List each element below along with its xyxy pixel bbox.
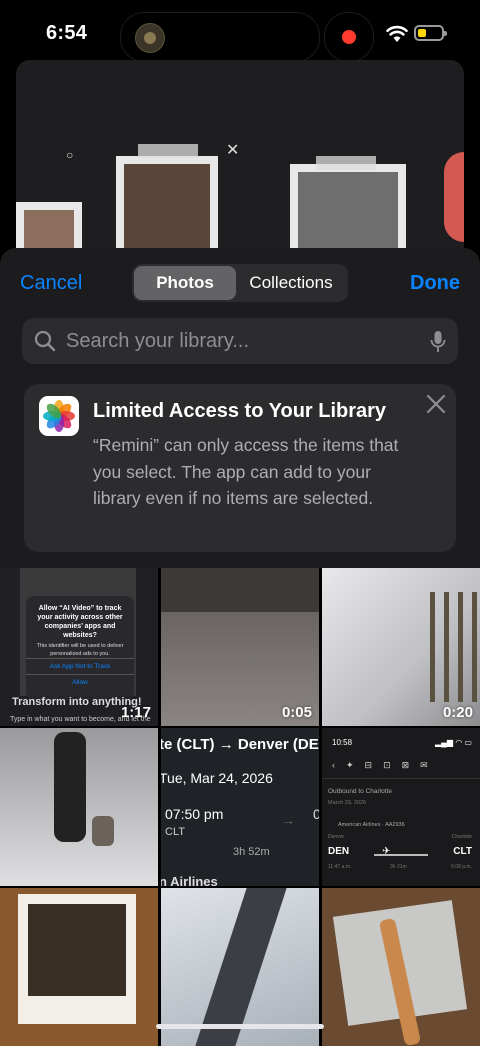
flight-time: 07:50 pm — [165, 806, 224, 822]
flight-date: Tue, Mar 24, 2026 — [161, 770, 273, 786]
flight-airline: n Airlines — [161, 874, 218, 886]
video-duration: 0:20 — [442, 704, 473, 721]
wifi-icon — [386, 25, 408, 42]
screenshot-thumbnail[interactable]: 10:58 ▂▄▆ ◠ ▭ ‹✦⊟⊡⊠✉ Outbound to Charlot… — [322, 728, 480, 886]
source-segmented-control: Photos Collections — [132, 264, 348, 302]
photo-grid: Allow “AI Video” to track your activity … — [0, 568, 480, 1046]
photo-thumbnail[interactable] — [322, 888, 480, 1046]
screenshot-arr-time: 5:08 p.m. — [451, 864, 472, 870]
flight-origin-code: CLT — [165, 826, 185, 838]
dog-image — [92, 816, 114, 846]
tracking-prompt-deny: Ask App Not to Track — [26, 658, 134, 674]
screenshot-origin: DEN — [328, 846, 350, 857]
home-indicator[interactable] — [156, 1024, 324, 1029]
screen-recording-indicator[interactable] — [324, 12, 374, 62]
video-duration: 1:17 — [120, 704, 151, 721]
flight-route: te (CLT) → Denver (DE — [161, 736, 319, 753]
screenshot-dep-time: 11:47 a.m. — [328, 864, 352, 870]
screenshot-origin-city: Denver — [328, 834, 345, 840]
tape-decoration — [138, 144, 198, 158]
sparkle-decoration: ✕ — [226, 142, 240, 159]
tracking-prompt-title: Allow “AI Video” to track your activity … — [37, 605, 123, 639]
instant-photo-image — [18, 894, 136, 1024]
photo-thumbnail[interactable] — [0, 728, 158, 886]
search-icon — [34, 330, 56, 352]
flight-duration: 3h 52m — [233, 846, 270, 858]
screenshot-airline: American Airlines · AA2936 — [338, 822, 405, 828]
circle-decoration: ○ — [66, 148, 74, 162]
collage-photo — [116, 156, 218, 256]
video-duration: 0:05 — [281, 704, 312, 721]
video-thumbnail[interactable]: 0:20 — [322, 568, 480, 726]
banner-body: “Remini” can only access the items that … — [93, 435, 399, 508]
now-playing-thumbnail[interactable] — [135, 23, 165, 53]
photo-thumbnail[interactable] — [0, 888, 158, 1046]
railing-image — [430, 592, 480, 702]
arrow-right-icon: → — [281, 812, 295, 828]
search-input[interactable]: Search your library... — [22, 318, 458, 364]
dynamic-island[interactable] — [120, 12, 320, 62]
status-bar: 6:54 — [0, 0, 480, 62]
screenshot-destination-city: Charlotte — [451, 834, 472, 840]
cancel-button[interactable]: Cancel — [20, 272, 82, 295]
photos-app-icon — [39, 396, 79, 436]
tracking-prompt: Allow “AI Video” to track your activity … — [26, 596, 134, 700]
screenshot-date: March 29, 2026 — [328, 800, 367, 806]
video-thumbnail[interactable]: Allow “AI Video” to track your activity … — [0, 568, 158, 726]
divider — [322, 778, 480, 779]
plane-icon — [374, 846, 428, 857]
segment-photos[interactable]: Photos — [134, 266, 236, 300]
red-shape-decoration — [444, 152, 464, 242]
microphone-icon[interactable] — [430, 330, 446, 354]
battery-icon — [414, 25, 447, 41]
trees-image — [161, 568, 319, 612]
portrait-photo — [124, 164, 210, 256]
person-in-snow-image — [54, 732, 86, 842]
tracking-prompt-body: This identifier will be used to deliver … — [36, 643, 124, 657]
flight-arrival-time: 0 — [313, 806, 319, 822]
search-placeholder: Search your library... — [66, 330, 250, 352]
tape-decoration — [316, 156, 376, 170]
video-thumbnail[interactable]: 0:05 — [161, 568, 319, 726]
screenshot-flight-length: 3h 21m — [390, 864, 407, 870]
collage-photo — [290, 164, 406, 260]
close-icon[interactable] — [426, 394, 446, 414]
limited-access-banner: Limited Access to Your Library “Remini” … — [24, 384, 456, 552]
done-button[interactable]: Done — [410, 272, 460, 295]
segment-collections[interactable]: Collections — [236, 266, 346, 300]
banner-title: Limited Access to Your Library — [93, 400, 387, 422]
status-time: 6:54 — [46, 22, 88, 44]
tracking-prompt-allow: Allow — [26, 674, 134, 690]
signal-icon: ▂▄▆ ◠ ▭ — [435, 738, 472, 747]
screenshot-destination: CLT — [453, 846, 472, 857]
photo-picker-sheet: Cancel Photos Collections Done Search yo… — [0, 248, 480, 568]
tree-image — [195, 888, 287, 1046]
screenshot-outbound: Outbound to Charlotte — [328, 788, 392, 795]
photo-thumbnail[interactable] — [161, 888, 319, 1046]
couple-photo — [298, 172, 398, 260]
record-dot-icon — [342, 30, 356, 44]
battery-level — [418, 29, 426, 37]
screenshot-toolbar-icons: ‹✦⊟⊡⊠✉ — [332, 760, 439, 770]
photos-flower-icon — [43, 400, 75, 432]
screenshot-time: 10:58 — [332, 738, 353, 747]
couple-photo — [28, 904, 126, 996]
screenshot-thumbnail[interactable]: te (CLT) → Denver (DE Tue, Mar 24, 2026 … — [161, 728, 319, 886]
